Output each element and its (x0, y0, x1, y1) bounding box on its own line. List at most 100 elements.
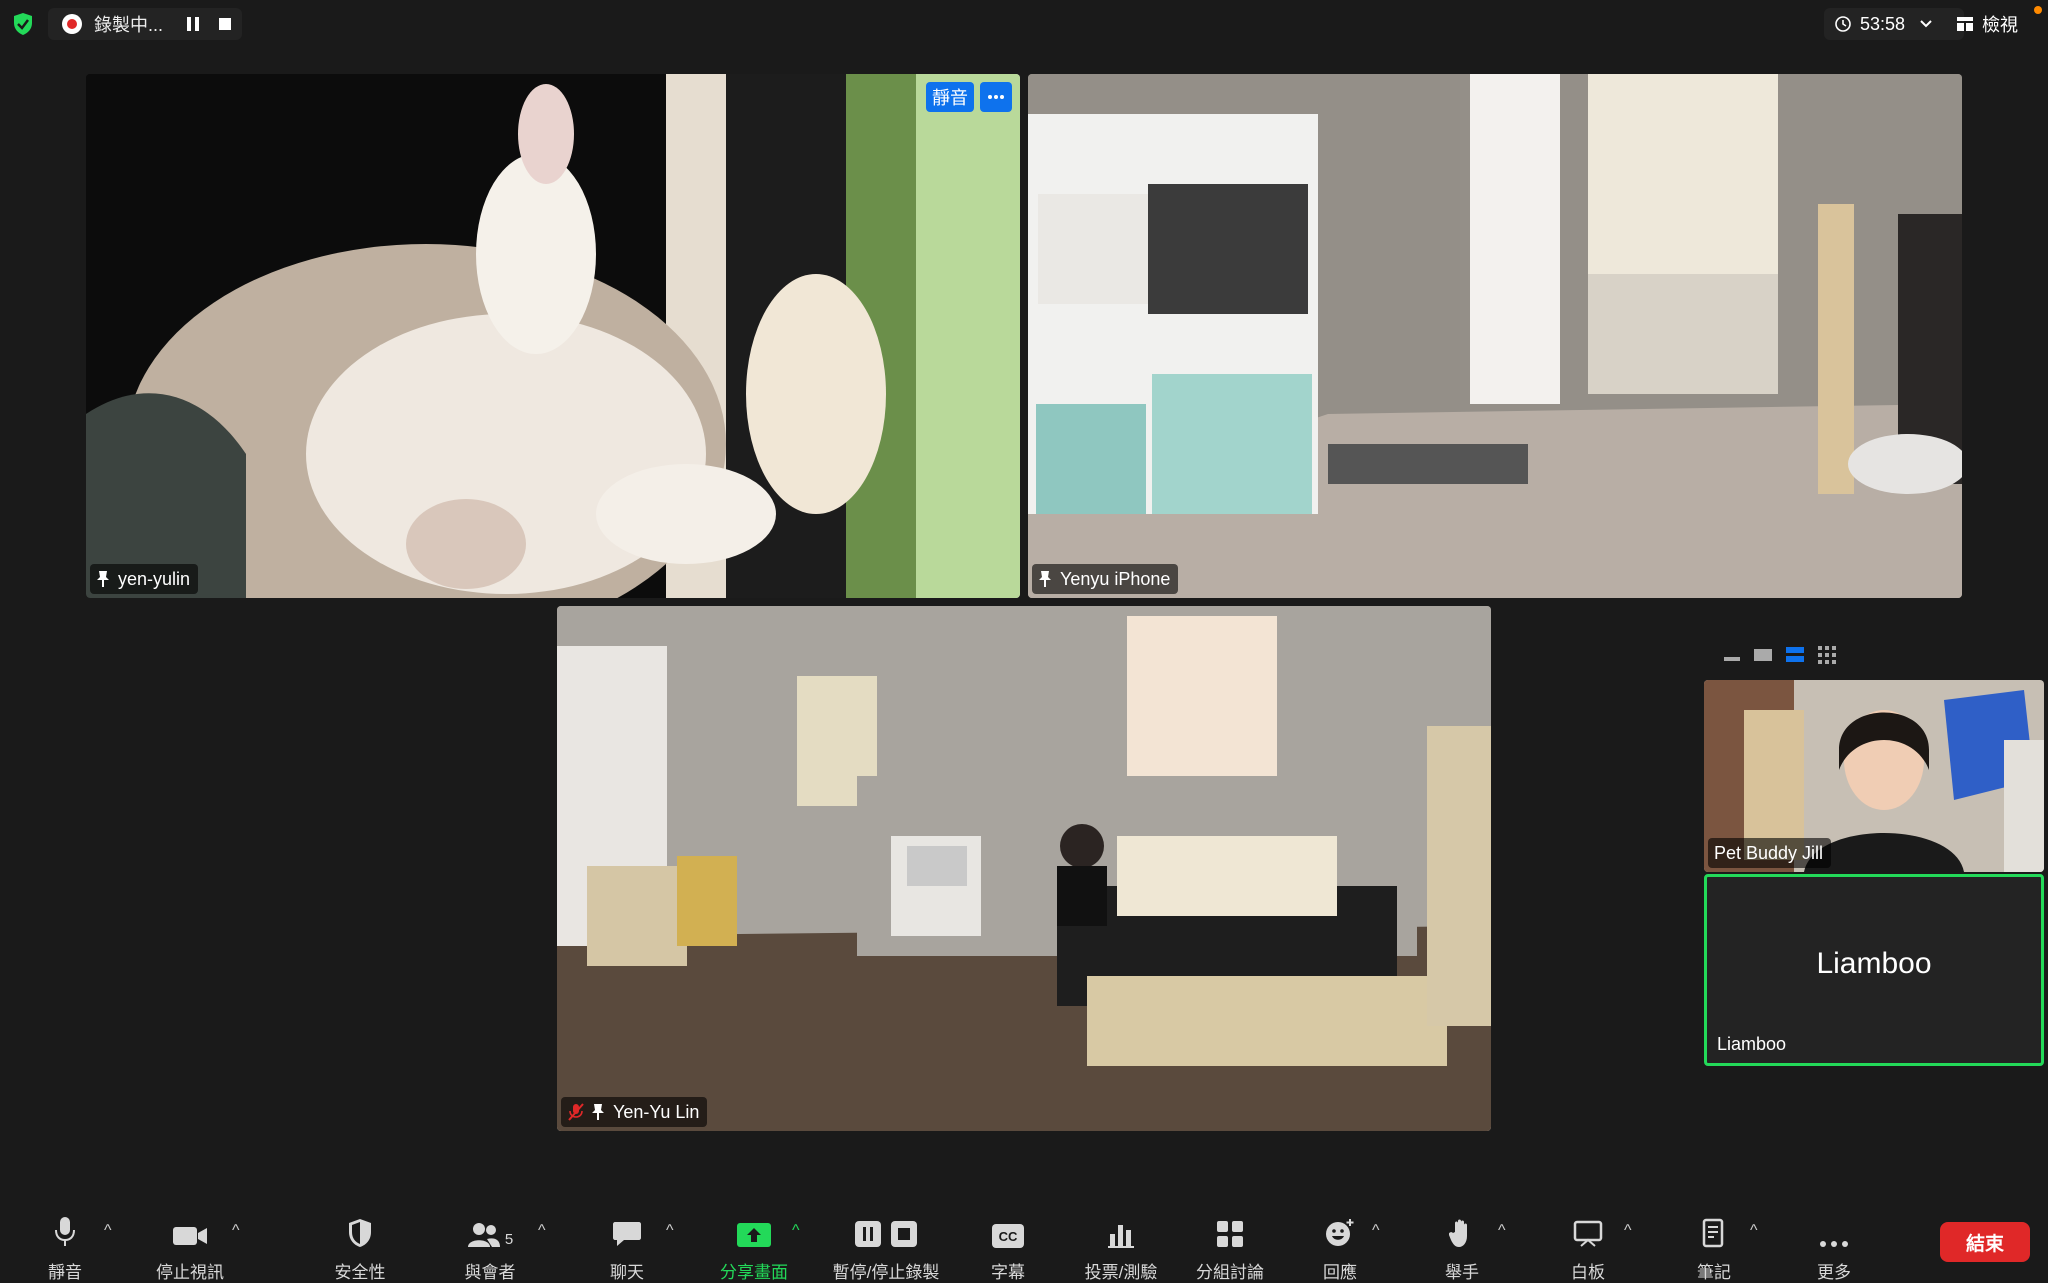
more-button[interactable]: 更多 (1814, 1214, 1854, 1283)
reactions-options-caret[interactable]: ^ (1372, 1222, 1380, 1240)
emoji-reaction-icon (1326, 1219, 1354, 1246)
security-shield-icon[interactable] (12, 12, 34, 36)
participant-name: Pet Buddy Jill (1714, 842, 1824, 863)
single-thumbnail-icon[interactable] (1754, 649, 1772, 661)
participant-display-name: Liamboo (1816, 947, 1932, 980)
video-options-caret[interactable]: ^ (232, 1222, 240, 1240)
notes-options-caret[interactable]: ^ (1750, 1222, 1758, 1240)
recording-label: 錄製中... (94, 15, 164, 35)
stop-recording-icon (891, 1221, 917, 1247)
ellipsis-icon (988, 95, 1004, 99)
chat-bubble-icon (613, 1222, 641, 1246)
breakout-rooms-label: 分組討論 (1196, 1263, 1264, 1282)
more-label: 更多 (1817, 1263, 1851, 1282)
mute-button[interactable]: 靜音 (40, 1214, 90, 1283)
breakout-rooms-icon (1217, 1221, 1243, 1247)
chat-options-caret[interactable]: ^ (666, 1222, 674, 1240)
thumbnail-layout-controls (1724, 646, 1836, 664)
participant-name-label: Liamboo (1711, 1029, 1794, 1059)
video-tile-yen-yulin[interactable]: 靜音 yen-yulin (86, 74, 1020, 598)
mute-label: 靜音 (48, 1263, 82, 1282)
video-tile-yenyu-iphone[interactable]: Yenyu iPhone (1028, 74, 1962, 598)
video-tile-pet-buddy-jill[interactable]: Pet Buddy Jill (1704, 680, 2044, 872)
stop-video-label: 停止視訊 (156, 1263, 224, 1282)
stacked-thumbnails-icon[interactable] (1786, 647, 1804, 663)
captions-label: 字幕 (991, 1263, 1025, 1282)
record-dot-icon (62, 14, 82, 34)
participant-name: Liamboo (1717, 1033, 1787, 1054)
more-ellipsis-icon (1820, 1241, 1848, 1247)
pin-icon (1039, 571, 1051, 587)
audio-options-caret[interactable]: ^ (104, 1222, 112, 1240)
share-screen-button[interactable]: 分享畫面 (714, 1214, 794, 1283)
pause-stop-recording-label: 暫停/停止錄製 (832, 1263, 940, 1282)
reactions-button[interactable]: 回應 (1318, 1214, 1362, 1283)
end-meeting-button[interactable]: 結束 (1940, 1222, 2030, 1262)
polls-button[interactable]: 投票/測驗 (1080, 1214, 1162, 1283)
whiteboard-button[interactable]: 白板 (1566, 1214, 1610, 1283)
participants-label: 與會者 (464, 1263, 516, 1282)
clock-icon (1835, 16, 1851, 32)
pin-icon (592, 1104, 604, 1120)
video-feed-room (1028, 74, 1962, 598)
stop-recording-icon[interactable] (219, 18, 232, 30)
captions-button[interactable]: CC 字幕 (988, 1214, 1028, 1283)
notes-icon (1702, 1218, 1724, 1248)
participant-name: Yen-Yu Lin (613, 1101, 700, 1122)
whiteboard-options-caret[interactable]: ^ (1624, 1222, 1632, 1240)
participants-button[interactable]: 5 與會者 (460, 1214, 520, 1283)
raised-hand-icon (1449, 1219, 1467, 1247)
meeting-top-bar: 錄製中... 53:58 檢視 (0, 0, 2048, 48)
mute-participant-button[interactable]: 靜音 (926, 82, 974, 112)
meeting-timer[interactable]: 53:58 (1824, 8, 1964, 40)
more-options-button[interactable] (980, 82, 1012, 112)
participant-name-label: Pet Buddy Jill (1708, 838, 1832, 868)
participants-icon (467, 1223, 500, 1247)
notification-dot (2034, 6, 2042, 14)
microphone-icon (55, 1217, 75, 1246)
notes-button[interactable]: 筆記 (1692, 1214, 1736, 1283)
raise-hand-options-caret[interactable]: ^ (1498, 1222, 1506, 1240)
grid-thumbnails-icon[interactable] (1818, 646, 1836, 664)
share-screen-icon (737, 1223, 771, 1247)
participant-name-label: Yen-Yu Lin (561, 1097, 708, 1127)
view-button[interactable]: 檢視 (1956, 8, 2040, 40)
recording-indicator: 錄製中... (48, 8, 242, 40)
share-options-caret[interactable]: ^ (792, 1222, 800, 1240)
breakout-rooms-button[interactable]: 分組討論 (1194, 1214, 1266, 1283)
pause-recording-icon (855, 1221, 881, 1247)
pause-recording-icon[interactable] (187, 17, 200, 31)
video-tile-liamboo[interactable]: Liamboo Liamboo (1704, 874, 2044, 1066)
participant-name: Yenyu iPhone (1060, 568, 1171, 589)
chat-button[interactable]: 聊天 (600, 1214, 654, 1283)
polls-label: 投票/測驗 (1084, 1263, 1158, 1282)
meeting-toolbar: 靜音 ^ 停止視訊 ^ 安全性 5 與會者 ^ 聊天 ^ 分享畫面 ^ 暫停/停… (0, 1204, 2048, 1283)
share-screen-label: 分享畫面 (720, 1263, 788, 1282)
security-shield-icon (349, 1219, 371, 1247)
view-label: 檢視 (1982, 15, 2018, 35)
participant-name-label: yen-yulin (90, 564, 199, 594)
whiteboard-icon (1573, 1220, 1603, 1247)
participants-options-caret[interactable]: ^ (538, 1222, 546, 1240)
video-feed-cat-closeup (86, 74, 1020, 598)
video-tile-yen-yu-lin[interactable]: Yen-Yu Lin (557, 606, 1491, 1131)
video-feed-living-room (557, 606, 1491, 1131)
stop-video-button[interactable]: 停止視訊 (150, 1214, 230, 1283)
raise-hand-label: 舉手 (1445, 1263, 1479, 1282)
notes-label: 筆記 (1697, 1263, 1731, 1282)
security-button[interactable]: 安全性 (330, 1214, 390, 1283)
security-label: 安全性 (334, 1263, 386, 1282)
grid-view-icon (1957, 17, 1973, 31)
mute-participant-label: 靜音 (932, 88, 968, 108)
bar-chart-icon (1108, 1225, 1134, 1248)
end-meeting-label: 結束 (1965, 1233, 2004, 1255)
muted-mic-icon (568, 1103, 584, 1121)
video-camera-icon (173, 1227, 207, 1245)
timer-text: 53:58 (1860, 13, 1906, 34)
participant-name-label: Yenyu iPhone (1032, 564, 1179, 594)
raise-hand-button[interactable]: 舉手 (1440, 1214, 1484, 1283)
chat-label: 聊天 (610, 1263, 644, 1282)
captions-icon-text: CC (998, 1228, 1018, 1244)
hide-thumbnails-icon[interactable] (1724, 657, 1740, 661)
pause-stop-recording-button[interactable]: 暫停/停止錄製 (826, 1214, 946, 1283)
